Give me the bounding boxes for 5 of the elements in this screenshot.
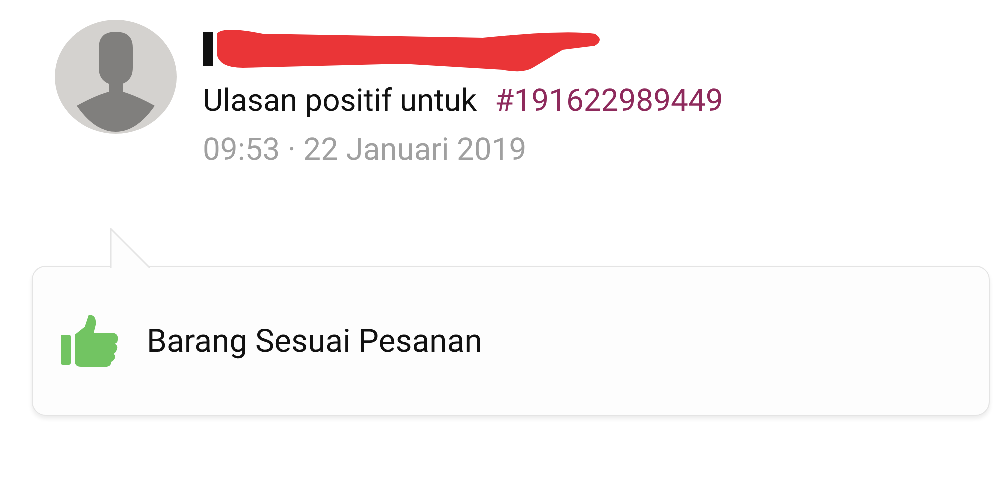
order-link[interactable]: #191622989449	[495, 82, 724, 119]
review-tag: Barang Sesuai Pesanan	[147, 322, 482, 360]
review-summary: Ulasan positif untuk	[203, 82, 478, 119]
timestamp: 09:53 · 22 Januari 2019	[203, 131, 528, 168]
thumbs-up-icon	[61, 315, 119, 367]
